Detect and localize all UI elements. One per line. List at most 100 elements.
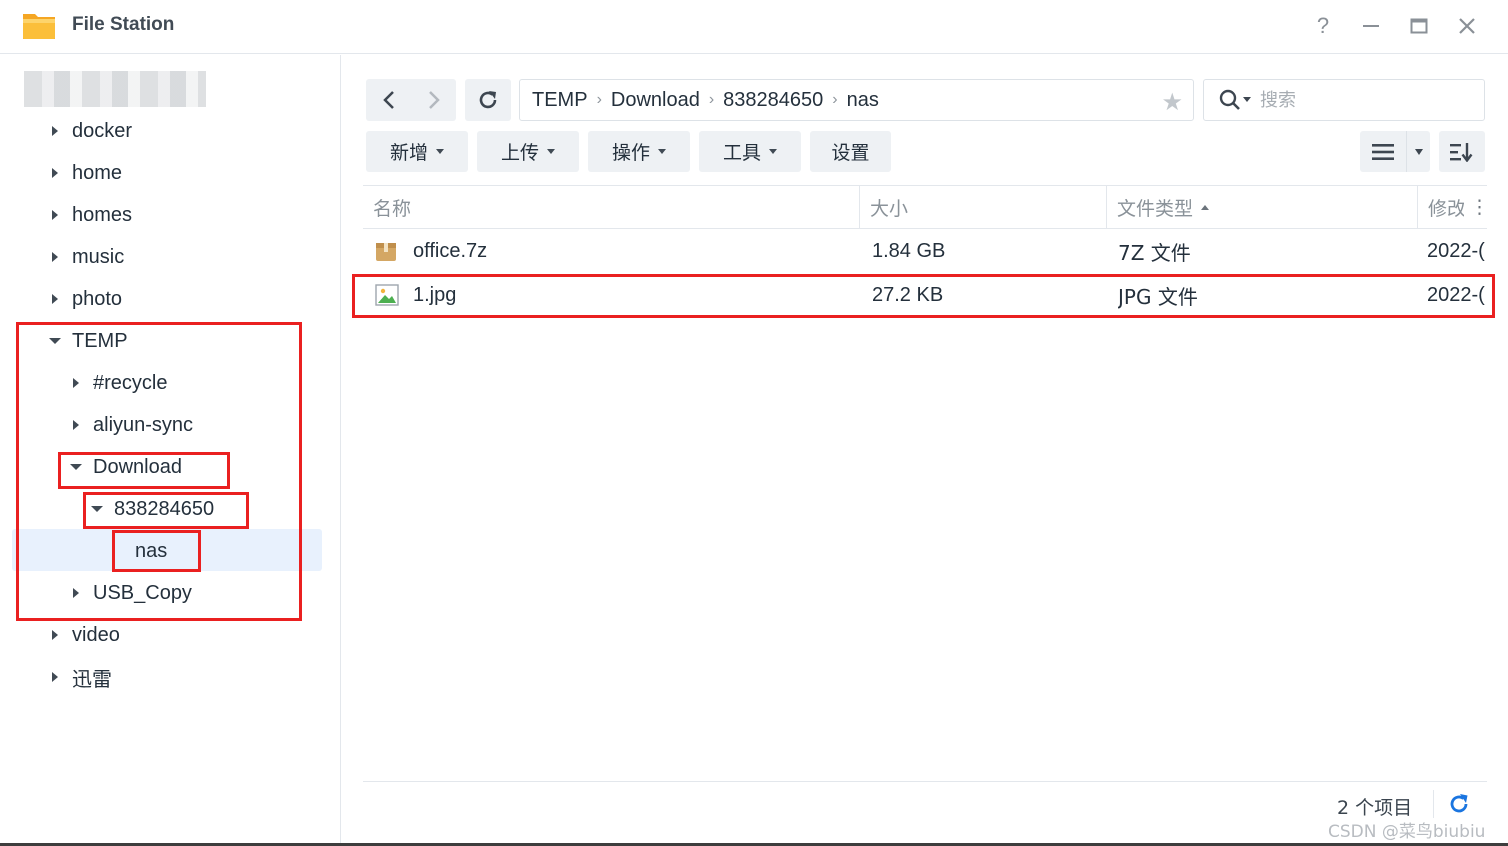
minimize-icon[interactable] xyxy=(1357,12,1385,40)
watermark-text: CSDN @菜鸟biubiu xyxy=(1328,822,1486,842)
tree-item-homes[interactable]: homes xyxy=(48,195,132,235)
column-header-type[interactable]: 文件类型 xyxy=(1107,186,1418,228)
breadcrumb-separator-icon: › xyxy=(832,91,838,108)
breadcrumb-item[interactable]: 838284650 xyxy=(723,89,823,112)
caret-right-icon[interactable] xyxy=(48,208,62,222)
table-row[interactable]: 1.jpg 27.2 KB JPG 文件 2022-( xyxy=(363,273,1487,317)
maximize-icon[interactable] xyxy=(1405,12,1433,40)
tree-item-docker[interactable]: docker xyxy=(48,111,132,151)
caret-right-icon[interactable] xyxy=(48,292,62,306)
column-header-label: 名称 xyxy=(373,197,412,220)
status-refresh-icon[interactable] xyxy=(1447,792,1471,816)
caret-right-icon[interactable] xyxy=(48,124,62,138)
tree-item-music[interactable]: music xyxy=(48,237,124,277)
refresh-icon xyxy=(479,91,497,109)
refresh-button[interactable] xyxy=(465,79,511,121)
folder-app-icon xyxy=(23,14,55,39)
dropdown-caret-icon xyxy=(769,149,777,154)
column-header-size[interactable]: 大小 xyxy=(860,186,1107,228)
file-size: 1.84 GB xyxy=(872,239,946,262)
view-mode-group xyxy=(1360,131,1430,172)
breadcrumb-item[interactable]: nas xyxy=(847,89,879,112)
annotation-box-download xyxy=(58,452,230,489)
breadcrumb-item[interactable]: Download xyxy=(611,89,700,112)
forward-button[interactable] xyxy=(411,79,456,121)
help-icon[interactable]: ? xyxy=(1309,12,1337,40)
action-label: 操作 xyxy=(611,142,650,164)
file-type: JPG 文件 xyxy=(1118,284,1198,309)
file-modified: 2022-( xyxy=(1427,283,1485,306)
tools-label: 工具 xyxy=(722,142,761,164)
annotation-box-nas xyxy=(112,530,201,572)
chevron-down-icon xyxy=(1414,148,1423,155)
sort-ascending-icon xyxy=(1201,204,1210,210)
column-header-name[interactable]: 名称 xyxy=(363,186,860,228)
dropdown-caret-icon xyxy=(658,149,666,154)
tree-item-xunlei[interactable]: 迅雷 xyxy=(48,657,112,697)
breadcrumb-item[interactable]: TEMP xyxy=(532,89,588,112)
file-type: 7Z 文件 xyxy=(1118,240,1191,265)
upload-label: 上传 xyxy=(500,142,539,164)
tree-item-label: home xyxy=(72,161,123,184)
tree-item-label: music xyxy=(72,245,125,268)
search-input[interactable] xyxy=(1260,89,1460,111)
list-view-button[interactable] xyxy=(1360,131,1406,172)
window-title: File Station xyxy=(72,14,175,35)
caret-right-icon[interactable] xyxy=(48,628,62,642)
title-bar: File Station ? xyxy=(0,0,1508,54)
tree-item-label: homes xyxy=(72,203,133,226)
tree-item-home[interactable]: home xyxy=(48,153,122,193)
file-table-header: 名称 大小 文件类型 修改 ⋮ xyxy=(363,185,1487,229)
tree-item-label: 迅雷 xyxy=(72,666,112,691)
status-divider xyxy=(363,781,1487,782)
sort-button[interactable] xyxy=(1439,131,1485,172)
column-header-modified[interactable]: 修改 xyxy=(1418,186,1464,228)
column-header-label: 修改 xyxy=(1428,197,1464,220)
table-row[interactable]: office.7z 1.84 GB 7Z 文件 2022-( xyxy=(363,229,1487,273)
action-button[interactable]: 操作 xyxy=(588,131,690,172)
view-dropdown-button[interactable] xyxy=(1406,131,1430,172)
status-separator xyxy=(1433,790,1434,818)
caret-right-icon[interactable] xyxy=(48,670,62,684)
star-icon[interactable]: ★ xyxy=(1161,88,1183,117)
file-size: 27.2 KB xyxy=(872,283,944,306)
create-label: 新增 xyxy=(389,142,428,164)
tree-item-label: photo xyxy=(72,287,123,310)
item-count: 2 个项目 xyxy=(1337,797,1413,819)
search-box xyxy=(1203,79,1485,121)
image-file-icon xyxy=(375,273,401,317)
column-header-label: 文件类型 xyxy=(1117,197,1194,220)
column-menu-icon[interactable]: ⋮ xyxy=(1464,186,1487,228)
list-view-icon xyxy=(1372,143,1394,160)
create-button[interactable]: 新增 xyxy=(366,131,468,172)
search-icon[interactable] xyxy=(1218,88,1252,112)
sort-icon xyxy=(1450,142,1473,162)
tree-item-photo[interactable]: photo xyxy=(48,279,122,319)
breadcrumb-separator-icon: › xyxy=(708,91,715,108)
tools-button[interactable]: 工具 xyxy=(699,131,801,172)
tree-item-label: video xyxy=(72,623,120,646)
caret-right-icon[interactable] xyxy=(48,166,62,180)
breadcrumb: TEMP › Download › 838284650 › nas ★ xyxy=(519,79,1194,121)
file-name: office.7z xyxy=(413,239,488,262)
file-modified: 2022-( xyxy=(1427,239,1485,262)
breadcrumb-separator-icon: › xyxy=(596,91,602,108)
annotation-box-838284650 xyxy=(83,492,249,529)
back-button[interactable] xyxy=(366,79,411,121)
chevron-right-icon xyxy=(428,91,440,109)
close-icon[interactable] xyxy=(1453,12,1481,40)
chevron-left-icon xyxy=(382,91,394,109)
history-nav xyxy=(366,79,456,121)
dropdown-caret-icon xyxy=(436,149,444,154)
dropdown-caret-icon xyxy=(547,149,555,154)
archive-icon xyxy=(375,229,401,273)
caret-right-icon[interactable] xyxy=(48,250,62,264)
upload-button[interactable]: 上传 xyxy=(477,131,579,172)
tree-item-video[interactable]: video xyxy=(48,615,120,655)
column-header-label: 大小 xyxy=(870,197,909,220)
settings-button[interactable]: 设置 xyxy=(810,131,891,172)
file-name: 1.jpg xyxy=(413,283,457,306)
tree-item-label: docker xyxy=(72,119,133,142)
settings-label: 设置 xyxy=(831,142,870,164)
blurred-user-avatar xyxy=(24,71,206,107)
